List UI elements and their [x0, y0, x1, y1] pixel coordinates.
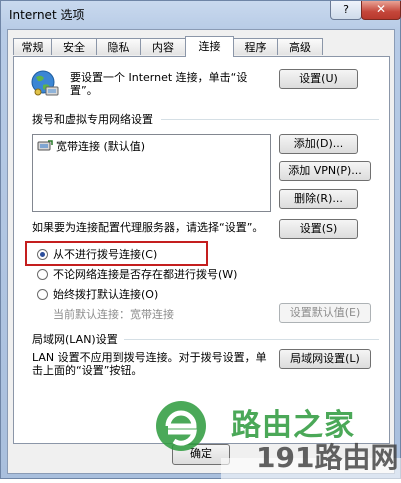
lan-description-text: LAN 设置不应用到拨号连接。对于拨号设置，单击上面的“设置”按钮。 — [32, 351, 267, 377]
tab-content[interactable]: 内容 — [140, 38, 186, 55]
globe-connection-icon — [29, 68, 61, 98]
ok-button[interactable]: 确定 — [172, 444, 230, 465]
list-item-label: 宽带连接 (默认值) — [56, 140, 146, 153]
connection-list[interactable]: 宽带连接 (默认值) — [32, 134, 271, 212]
close-button[interactable]: ✕ — [361, 1, 401, 20]
set-default-button[interactable]: 设置默认值(E) — [279, 303, 371, 323]
radio-dial-whenever-label[interactable]: 不论网络连接是否存在都进行拨号(W) — [53, 268, 237, 281]
setup-instruction-text: 要设置一个 Internet 连接，单击“设置”。 — [70, 71, 248, 97]
dialup-heading: 拨号和虚拟专用网络设置 — [32, 113, 153, 126]
add-connection-button[interactable]: 添加(D)... — [279, 134, 358, 154]
tab-advanced[interactable]: 高级 — [277, 38, 323, 55]
radio-always-dial-label[interactable]: 始终拨打默认连接(O) — [53, 288, 158, 301]
tab-programs[interactable]: 程序 — [233, 38, 278, 55]
tab-privacy[interactable]: 隐私 — [96, 38, 141, 55]
tab-general[interactable]: 常规 — [13, 38, 52, 55]
lan-separator — [124, 339, 379, 340]
proxy-instruction-text: 如果要为连接配置代理服务器，请选择“设置”。 — [32, 221, 264, 234]
lan-heading: 局域网(LAN)设置 — [32, 333, 118, 346]
connection-settings-button[interactable]: 设置(S) — [279, 219, 358, 239]
window-title: Internet 选项 — [9, 8, 85, 22]
current-default-caption: 当前默认连接： — [53, 308, 130, 321]
setup-button[interactable]: 设置(U) — [279, 69, 358, 89]
radio-always-dial[interactable] — [37, 289, 48, 300]
radio-dial-whenever[interactable] — [37, 269, 48, 280]
tab-security[interactable]: 安全 — [51, 38, 97, 55]
internet-options-window: Internet 选项 ? ✕ 常规 安全 隐私 内容 连接 程序 高级 要设置… — [0, 0, 401, 480]
tab-connections[interactable]: 连接 — [185, 36, 234, 57]
highlight-annotation-box — [25, 241, 208, 266]
help-button[interactable]: ? — [330, 1, 362, 20]
current-default-label: 当前默认连接：宽带连接 — [53, 308, 174, 321]
add-vpn-button[interactable]: 添加 VPN(P)... — [279, 161, 371, 181]
dialup-separator — [161, 119, 379, 120]
title-bar: Internet 选项 ? ✕ — [1, 1, 401, 27]
lan-settings-button[interactable]: 局域网设置(L) — [279, 349, 371, 369]
current-default-value: 宽带连接 — [130, 308, 174, 321]
broadband-connection-icon — [37, 139, 53, 153]
delete-connection-button[interactable]: 删除(R)... — [279, 189, 358, 209]
